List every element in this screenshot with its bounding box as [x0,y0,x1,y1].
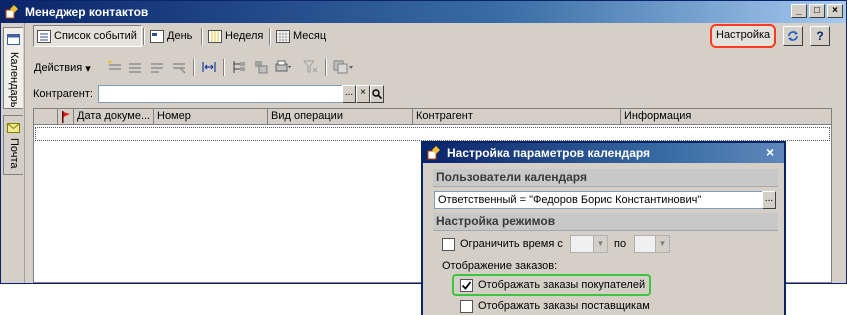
event-list-label: Список событий [54,30,137,42]
search-icon [372,89,383,100]
print-icon[interactable] [275,60,291,74]
calendar-icon [7,34,20,45]
table-header: Дата докуме... Номер Вид операции Контра… [34,109,831,125]
hierarchy-icon[interactable] [253,60,269,74]
contractor-clear-button[interactable]: × [356,85,370,103]
refresh-button[interactable] [783,26,803,46]
contractor-label: Контрагент: [33,88,93,100]
resize-columns-icon[interactable] [201,60,217,74]
actions-toolbar: Действия ▾ [29,56,629,80]
event-list-button[interactable]: Список событий [33,25,142,47]
contractor-select-button[interactable]: ... [342,85,356,103]
toolbar-divider [201,28,203,45]
mail-icon [7,123,20,133]
week-button[interactable]: Неделя [205,25,267,47]
time-to-label: по [614,238,627,250]
dropdown-arrow-icon: ▼ [655,236,669,252]
supplier-orders-checkbox[interactable] [460,300,473,313]
edit-icon[interactable] [149,60,165,74]
tab-mail-label: Почта [8,138,20,169]
limit-time-label: Ограничить время с [460,238,563,250]
clear-filter-icon[interactable] [303,60,319,74]
toolbar-divider [269,28,271,45]
filter-tree-icon[interactable] [231,60,247,74]
dialog-title-bar[interactable]: Настройка параметров календаря × [423,143,784,163]
settings-button[interactable]: Настройка [710,24,777,48]
customer-orders-checkbox[interactable] [460,279,473,292]
tab-calendar-label: Календарь [8,52,20,108]
limit-time-checkbox[interactable] [442,238,455,251]
window-title-bar[interactable]: Менеджер контактов _ □ × [1,1,846,23]
delete-icon[interactable] [171,60,187,74]
week-calendar-icon [208,29,222,43]
orders-display-label: Отображение заказов: [442,260,558,272]
dialog-close-icon[interactable]: × [766,145,774,159]
dialog-title: Настройка параметров календаря [447,146,651,160]
users-section-header: Пользователи календаря [433,169,778,187]
month-calendar-icon [276,29,290,43]
add-icon[interactable] [107,60,123,74]
toolbar-divider [193,59,195,76]
side-tab-strip: Календарь Почта [1,23,25,283]
column-header-contractor[interactable]: Контрагент [413,109,621,125]
checkmark-icon [461,281,472,290]
close-button[interactable]: × [827,4,843,18]
column-header-info[interactable]: Информация [621,109,831,125]
contractor-search-button[interactable] [370,85,384,103]
view-toolbar: Список событий День Неделя Месяц Настрой… [29,24,842,49]
toolbar-divider [143,28,145,45]
month-button[interactable]: Месяц [273,25,330,47]
copy-icon[interactable] [127,60,143,74]
supplier-orders-label: Отображать заказы поставщикам [478,300,650,312]
minimize-button[interactable]: _ [791,4,807,18]
help-button[interactable]: ? [810,26,830,46]
responsible-select-button[interactable]: ... [762,191,776,209]
day-calendar-icon [150,29,164,43]
day-label: День [167,30,193,42]
calendar-settings-dialog: Настройка параметров календаря × Пользов… [421,141,786,315]
customer-orders-label: Отображать заказы покупателей [478,279,646,291]
time-to-select[interactable]: ▼ [634,235,670,253]
table-row[interactable] [35,127,830,141]
column-header-flag[interactable] [58,109,74,125]
column-header-operation[interactable]: Вид операции [268,109,413,125]
modes-section-header: Настройка режимов [433,213,778,231]
week-label: Неделя [225,30,264,42]
chevron-down-icon: ▾ [85,62,91,75]
column-header-date[interactable]: Дата докуме... [74,109,154,125]
maximize-button[interactable]: □ [809,4,825,18]
refresh-icon [788,31,798,41]
window-title: Менеджер контактов [25,5,149,19]
column-header-number[interactable]: Номер [154,109,268,125]
actions-menu[interactable]: Действия ▾ [31,57,95,79]
toolbar-divider [325,59,327,76]
tab-mail[interactable]: Почта [3,115,23,175]
tab-calendar[interactable]: Календарь [3,27,23,109]
dropdown-arrow-icon: ▼ [593,236,607,252]
month-label: Месяц [293,30,327,42]
responsible-field[interactable]: Ответственный = "Федоров Борис Константи… [434,191,764,209]
day-button[interactable]: День [147,25,196,47]
column-header-picture[interactable] [34,109,58,125]
time-from-select[interactable]: ▼ [570,235,608,253]
actions-label: Действия [34,62,83,74]
toolbar-divider [223,59,225,76]
documents-icon[interactable] [333,60,355,74]
app-icon [5,5,18,19]
list-icon [37,29,51,43]
contractor-input[interactable] [98,85,343,103]
flag-icon [62,111,70,123]
app-icon [427,146,440,160]
